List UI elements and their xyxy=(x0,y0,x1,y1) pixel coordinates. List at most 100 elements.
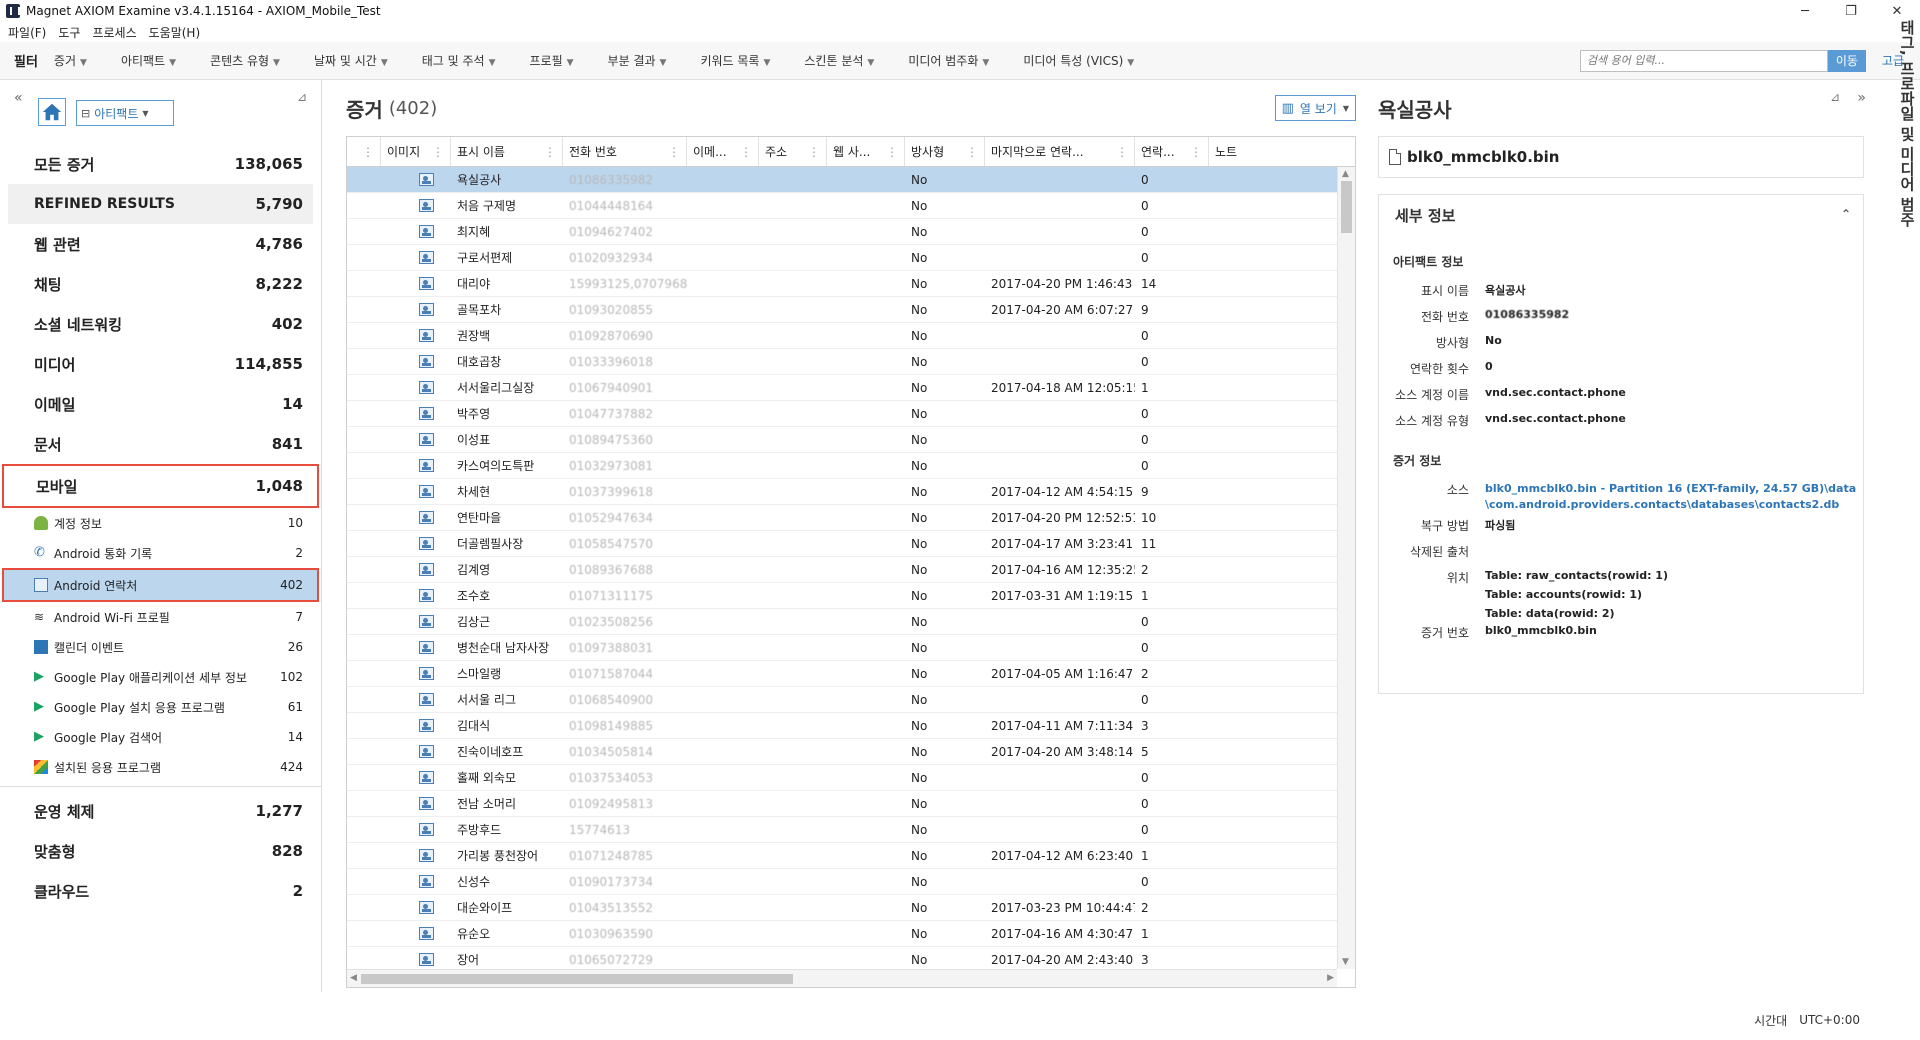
category-documents[interactable]: 문서 841 xyxy=(0,424,321,464)
table-row[interactable]: 차세현 01037399618 No 2017-04-12 AM 4:54:15 9 xyxy=(347,479,1337,505)
maximize-button[interactable]: ❐ xyxy=(1828,0,1874,22)
home-button[interactable] xyxy=(38,98,66,126)
scroll-thumb[interactable] xyxy=(1341,181,1352,233)
minimize-button[interactable]: ─ xyxy=(1782,0,1828,22)
table-row[interactable]: 구로서편제 01020932934 No 0 xyxy=(347,245,1337,271)
filter-date-time[interactable]: 날짜 및 시간 ▼ xyxy=(314,52,388,69)
table-cell: 01071587044 xyxy=(569,666,653,681)
sub-google-play-installed[interactable]: ▶ Google Play 설치 응용 프로그램 61 xyxy=(0,692,321,722)
table-row[interactable]: 대순와이프 01043513552 No 2017-03-23 PM 10:44:47… xyxy=(347,895,1337,921)
filter-partial-results[interactable]: 부분 결과 ▼ xyxy=(608,52,667,69)
category-all-evidence[interactable]: 모든 증거 138,065 xyxy=(0,144,321,184)
col-image[interactable]: 이미지 ⋮ xyxy=(381,137,451,166)
menu-help[interactable]: 도움말(H) xyxy=(149,24,201,41)
column-view-button[interactable]: ▥ 열 보기 ▼ xyxy=(1274,95,1356,121)
menu-file[interactable]: 파일(F) xyxy=(8,24,46,41)
view-dropdown[interactable]: ⊟ 아티팩트 ▼ xyxy=(76,100,174,126)
horizontal-scrollbar[interactable]: ◀ ▶ xyxy=(347,969,1337,987)
table-row[interactable]: 조수호 01071311175 No 2017-03-31 AM 1:19:15 1 xyxy=(347,583,1337,609)
collapse-up-icon[interactable]: ⌃ xyxy=(1841,207,1851,221)
pin-icon[interactable]: ⊿ xyxy=(297,90,307,104)
table-row[interactable]: 대리야 15993125,07079685083 No 2017-04-20 PM 1… xyxy=(347,271,1337,297)
collapse-right-icon[interactable]: » xyxy=(1857,90,1866,106)
filter-media-attributes[interactable]: 미디어 특성 (VICS) ▼ xyxy=(1023,52,1134,69)
vertical-scrollbar[interactable]: ▲ ▼ xyxy=(1337,167,1355,969)
table-row[interactable]: 이성표 01089475360 No 0 xyxy=(347,427,1337,453)
table-row[interactable]: 가리봉 풍천장어 01071248785 No 2017-04-12 AM 6:23:… xyxy=(347,843,1337,869)
table-row[interactable]: 병천순대 남자사장 01097388031 No 0 xyxy=(347,635,1337,661)
table-row[interactable]: 대호곱창 01033396018 No 0 xyxy=(347,349,1337,375)
table-row[interactable]: 김상근 01023508256 No 0 xyxy=(347,609,1337,635)
category-os[interactable]: 운영 체제 1,277 xyxy=(0,791,321,831)
sub-android-call-log[interactable]: ✆ Android 통화 기록 2 xyxy=(0,538,321,568)
table-row[interactable]: 유순오 01030963590 No 2017-04-16 AM 4:30:47 1 xyxy=(347,921,1337,947)
filter-artifacts[interactable]: 아티팩트 ▼ xyxy=(121,52,176,69)
category-email[interactable]: 이메일 14 xyxy=(0,384,321,424)
table-row[interactable]: 연탄마을 01052947634 No 2017-04-20 PM 12:52:51 1… xyxy=(347,505,1337,531)
table-row[interactable]: 주방후드 15774613 No 0 xyxy=(347,817,1337,843)
table-row[interactable]: 진숙이네호프 01034505814 No 2017-04-20 AM 3:48:14… xyxy=(347,739,1337,765)
category-cloud[interactable]: 클라우드 2 xyxy=(0,871,321,911)
filter-content-type[interactable]: 콘텐츠 유형 ▼ xyxy=(210,52,280,69)
sub-google-play-search[interactable]: ▶ Google Play 검색어 14 xyxy=(0,722,321,752)
table-row[interactable]: 처음 구제명 01044448164 No 0 xyxy=(347,193,1337,219)
table-row[interactable]: 김계영 01089367688 No 2017-04-16 AM 12:35:25 2 xyxy=(347,557,1337,583)
pin-icon[interactable]: ⊿ xyxy=(1830,90,1840,104)
table-row[interactable]: 더골렘필사장 01058547570 No 2017-04-17 AM 3:23:41… xyxy=(347,531,1337,557)
menu-tools[interactable]: 도구 xyxy=(58,24,80,41)
category-social[interactable]: 소셜 네트워킹 402 xyxy=(0,304,321,344)
category-chat[interactable]: 채팅 8,222 xyxy=(0,264,321,304)
category-custom[interactable]: 맞춤형 828 xyxy=(0,831,321,871)
col-times-contacted[interactable]: 연락... ⋮ xyxy=(1135,137,1209,166)
table-row[interactable]: 김대식 01098149885 No 2017-04-11 AM 7:11:34 3 xyxy=(347,713,1337,739)
table-row[interactable]: 홀째 외숙모 01037534053 No 0 xyxy=(347,765,1337,791)
col-address[interactable]: 주소 ⋮ xyxy=(759,137,827,166)
search-input[interactable] xyxy=(1579,49,1828,72)
table-row[interactable]: 카스여의도특판 01032973081 No 0 xyxy=(347,453,1337,479)
table-cell xyxy=(687,349,759,375)
sub-android-wifi[interactable]: ≋ Android Wi-Fi 프로필 7 xyxy=(0,602,321,632)
col-email[interactable]: 이메... ⋮ xyxy=(687,137,759,166)
col-phone[interactable]: 전화 번호 ⋮ xyxy=(563,137,687,166)
filter-keyword-list[interactable]: 키워드 목록 ▼ xyxy=(700,52,770,69)
tags-profiles-side-tab[interactable]: 태그, 프로파일 및 미디어 범주 xyxy=(1888,10,1918,310)
col-notes[interactable]: 노트 xyxy=(1209,137,1269,166)
menu-process[interactable]: 프로세스 xyxy=(92,24,136,41)
collapse-left-icon[interactable]: « xyxy=(14,90,23,106)
table-row[interactable]: 전남 소머리 01092495813 No 0 xyxy=(347,791,1337,817)
category-refined-results[interactable]: REFINED RESULTS 5,790 xyxy=(8,184,313,224)
filter-media-categorization[interactable]: 미디어 범주화 ▼ xyxy=(908,52,989,69)
table-row[interactable]: 박주영 01047737882 No 0 xyxy=(347,401,1337,427)
sub-installed-apps[interactable]: 설치된 응용 프로그램 424 xyxy=(0,752,321,782)
search-go-button[interactable]: 이동 xyxy=(1827,49,1866,72)
table-row[interactable]: 권장백 01092870690 No 0 xyxy=(347,323,1337,349)
filter-skin-tone[interactable]: 스킨톤 분석 ▼ xyxy=(804,52,874,69)
sub-google-play-app-details[interactable]: ▶ Google Play 애플리케이션 세부 정보 102 xyxy=(0,662,321,692)
table-row[interactable]: 욕실공사 01086335982 No 0 xyxy=(347,167,1337,193)
table-row[interactable]: 최지혜 01094627402 No 0 xyxy=(347,219,1337,245)
source-link[interactable]: blk0_mmcblk0.bin - Partition 16 (EXT-fam… xyxy=(1485,481,1863,513)
table-row[interactable]: 골목포차 01093020855 No 2017-04-20 AM 6:07:27 9 xyxy=(347,297,1337,323)
timezone-value[interactable]: UTC+0:00 xyxy=(1799,1013,1860,1027)
scroll-thumb[interactable] xyxy=(361,974,793,984)
sub-android-contacts[interactable]: Android 연락처 402 xyxy=(2,568,319,602)
sub-account-info[interactable]: 계정 정보 10 xyxy=(0,508,321,538)
table-row[interactable]: 서서울리그실장 01067940901 No 2017-04-18 AM 12:05:… xyxy=(347,375,1337,401)
table-row[interactable]: 장어 01065072729 No 2017-04-20 AM 2:43:40 3 xyxy=(347,947,1337,969)
sub-calendar-events[interactable]: 캘린더 이벤트 26 xyxy=(0,632,321,662)
table-row[interactable]: 서서울 리그 01068540900 No 0 xyxy=(347,687,1337,713)
col-display-name[interactable]: 표시 이름 ⋮ xyxy=(451,137,563,166)
filter-tags[interactable]: 태그 및 주석 ▼ xyxy=(422,52,496,69)
col-website[interactable]: 웹 사... ⋮ xyxy=(827,137,905,166)
col-radial[interactable]: 방사형 ⋮ xyxy=(905,137,985,166)
col-last-contacted[interactable]: 마지막으로 연락... ⋮ xyxy=(985,137,1135,166)
column-menu[interactable]: ⋮ xyxy=(347,137,381,166)
details-card-header[interactable]: 세부 정보 ⌃ xyxy=(1379,195,1863,235)
filter-profile[interactable]: 프로필 ▼ xyxy=(530,52,574,69)
category-media[interactable]: 미디어 114,855 xyxy=(0,344,321,384)
category-web[interactable]: 웹 관련 4,786 xyxy=(0,224,321,264)
category-mobile[interactable]: 모바일 1,048 xyxy=(2,464,319,508)
table-row[interactable]: 신성수 01090173734 No 0 xyxy=(347,869,1337,895)
filter-evidence[interactable]: 증거 ▼ xyxy=(54,52,87,69)
table-row[interactable]: 스마일랭 01071587044 No 2017-04-05 AM 1:16:47 2 xyxy=(347,661,1337,687)
